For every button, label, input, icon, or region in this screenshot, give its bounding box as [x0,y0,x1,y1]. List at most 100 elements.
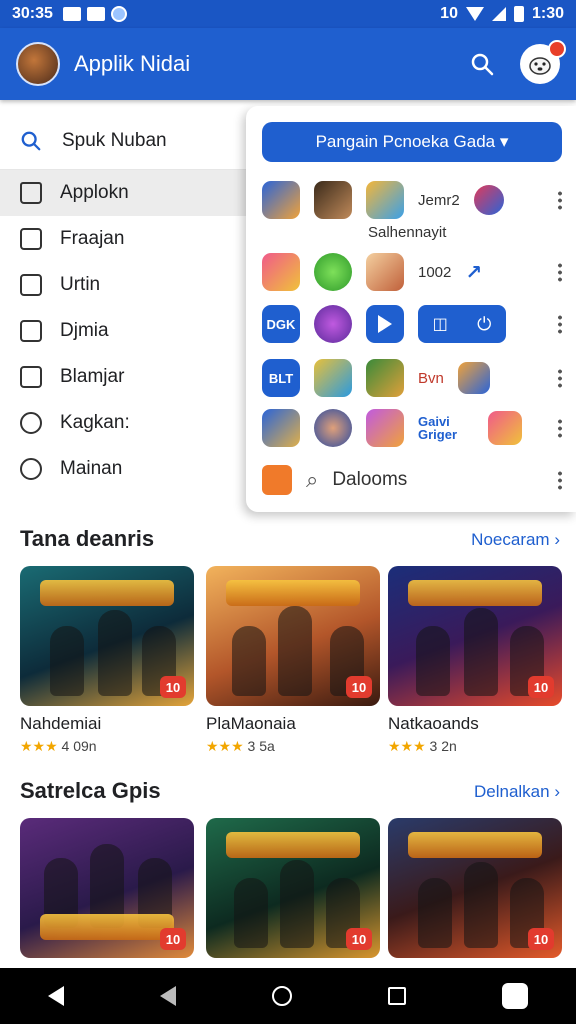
app-avatar[interactable] [16,42,60,86]
app-tile[interactable] [366,359,404,397]
drawer-item-applokn[interactable]: Applokn [0,170,260,216]
gamepad-icon [20,412,42,434]
list-icon [20,320,42,342]
back-alt-icon[interactable] [160,986,176,1006]
search-icon: ⌕ [306,467,319,492]
app-tile[interactable] [488,411,522,445]
drawer-search-label: Spuk Nuban [62,129,167,151]
drawer-item-label: Fraajan [60,228,125,249]
game-card[interactable]: 10 [206,818,380,958]
play-icon [378,315,392,333]
game-card[interactable]: 10 [20,818,194,958]
app-tile[interactable] [262,409,300,447]
more-icon[interactable] [558,314,562,334]
drawer-item-kagkan[interactable]: Kagkan: [0,400,260,446]
game-card[interactable]: 10 Natkaoands ★★★ 3 2n [388,566,562,755]
game-card-name: PlaMaonaia [206,714,296,733]
cast-icon: ◫ [432,316,448,333]
section-link[interactable]: Noecaram › [471,530,560,550]
game-card[interactable]: 10 PlaMaonaia ★★★ 3 5a [206,566,380,755]
system-nav-bar [0,968,576,1024]
play-tile[interactable] [366,305,404,343]
notification-dot-icon [548,40,566,58]
notification-icon [62,7,81,21]
drawer-item-label: Urtin [60,274,101,295]
age-badge: 10 [346,928,372,950]
app-tile[interactable] [314,305,352,343]
game-card-image: 10 [20,818,194,958]
age-badge: 10 [528,928,554,950]
chart-icon: ↗ [465,261,483,284]
more-icon[interactable] [558,190,562,210]
profile-button[interactable] [520,40,566,84]
section-title: Satrelca Gpis [20,778,161,803]
media-controls[interactable]: ◫ ⏻ [418,305,506,343]
game-card-image: 10 [388,818,562,958]
drawer-item-label: Kagkan: [60,412,130,433]
app-tile[interactable] [457,362,490,394]
panel-row-text: 1002 [418,263,452,281]
app-tile[interactable] [366,409,404,447]
app-shortcut-icon[interactable] [502,983,528,1009]
panel-row: 1002 ↗ [262,252,562,292]
drawer-item-label: Djmia [60,320,109,341]
recents-icon[interactable] [388,987,406,1005]
section-title: Tana deanris [20,526,155,551]
drawer-item-label: Applokn [60,182,129,203]
drawer-search[interactable]: Spuk Nuban [0,112,260,170]
app-tile-label[interactable]: DGK [262,305,300,343]
settings-icon [20,458,42,480]
app-tile-label[interactable]: BLT [262,359,300,397]
panel-row-text: Jemr2 [418,191,460,209]
panel-row: Gaivi Griger [262,408,562,448]
game-card-image: 10 [206,566,380,706]
panel-primary-button[interactable]: Pangain Pcnoeka Gada ▾ [262,122,562,162]
app-tile[interactable] [366,253,404,291]
age-badge: 10 [160,928,186,950]
app-tile[interactable] [314,181,352,219]
section-link[interactable]: Delnalkan › [474,782,560,802]
message-icon [86,7,105,21]
app-tile[interactable] [473,185,504,215]
app-tile[interactable] [314,359,352,397]
game-card-rating: ★★★ 3 2n [388,738,457,754]
app-tile[interactable] [314,253,352,291]
app-tile[interactable] [262,253,300,291]
drawer-item-djmia[interactable]: Djmia [0,308,260,354]
drawer-item-label: Mainan [60,458,123,479]
more-icon[interactable] [558,262,562,282]
app-bar: Applik Nidai [0,28,576,100]
game-card-name: Nahdemiai [20,714,102,733]
search-button[interactable] [462,44,502,84]
status-time: 30:35 [12,5,53,22]
grid-icon[interactable] [262,465,292,495]
drawer-item-urtin[interactable]: Urtin [0,262,260,308]
battery-icon [513,6,524,22]
drawer-item-mainan[interactable]: Mainan [0,446,260,492]
panel-sublabel: Salhennayit [368,224,447,241]
more-icon[interactable] [558,418,562,438]
drawer-item-fraajan[interactable]: Fraajan [0,216,260,262]
game-card-name: Natkaoands [388,714,479,733]
game-card[interactable]: 10 [388,818,562,958]
app-tile[interactable] [366,181,404,219]
chevron-down-icon: ▾ [499,132,509,151]
more-icon[interactable] [558,470,562,490]
drawer-item-blamjar[interactable]: Blamjar [0,354,260,400]
game-card-image: 10 [20,566,194,706]
status-label: 10 [440,5,458,22]
game-card-rating: ★★★ 4 09n [20,738,97,754]
game-card[interactable]: 10 Nahdemiai ★★★ 4 09n [20,566,194,755]
document-icon [20,274,42,296]
age-badge: 10 [346,676,372,698]
app-tile[interactable] [262,181,300,219]
age-badge: 10 [160,676,186,698]
app-tile[interactable] [314,409,352,447]
home-icon[interactable] [272,986,292,1006]
panel-row: ⌕ Dalooms [262,460,562,500]
back-icon[interactable] [48,986,64,1006]
game-card-image: 10 [388,566,562,706]
more-icon[interactable] [558,368,562,388]
wifi-icon [465,7,484,21]
age-badge: 10 [528,676,554,698]
